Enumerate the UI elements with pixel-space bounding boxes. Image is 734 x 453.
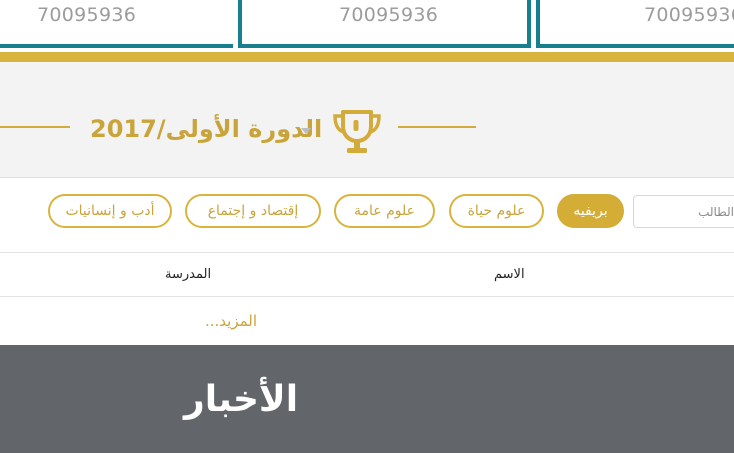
result-card[interactable]: 70095936 [238, 0, 531, 48]
result-cards-strip: 70095936 70095936 70095936 [0, 0, 734, 52]
tab-general-sciences[interactable]: علوم عامة [334, 194, 435, 228]
decorative-line [0, 126, 70, 128]
load-more-row: المزيد... [0, 298, 734, 344]
load-more-link[interactable]: المزيد... [205, 312, 257, 330]
news-title: الأخبار [184, 379, 299, 420]
trophy-icon [333, 110, 381, 153]
session-title[interactable]: الدورة الأولى/2017 [90, 115, 322, 143]
result-card-number: 70095936 [339, 4, 439, 26]
tab-economics-sociology[interactable]: إقتصاد و إجتماع [185, 194, 321, 228]
tab-brevet[interactable]: بريفيه [557, 194, 624, 228]
filter-bar: أدب و إنسانيات إقتصاد و إجتماع علوم عامة… [0, 179, 734, 253]
result-card[interactable]: 70095936 [0, 0, 233, 48]
result-card[interactable]: 70095936 [536, 0, 734, 48]
news-section: الأخبار [0, 345, 734, 453]
tab-life-sciences[interactable]: علوم حياة [449, 194, 544, 228]
chevron-down-icon[interactable] [301, 128, 311, 134]
decorative-line [398, 126, 476, 128]
gold-divider [0, 52, 734, 62]
student-search-input[interactable] [633, 195, 734, 228]
session-header: الدورة الأولى/2017 [0, 62, 734, 178]
results-page: 70095936 70095936 70095936 الدورة الأولى… [0, 0, 734, 453]
column-header-name: الاسم [494, 267, 525, 282]
tab-literature-humanities[interactable]: أدب و إنسانيات [48, 194, 172, 228]
result-card-number: 70095936 [644, 4, 734, 26]
result-card-number: 70095936 [37, 4, 137, 26]
column-header-school: المدرسة [165, 267, 212, 282]
results-table-header: المدرسة الاسم [0, 254, 734, 297]
